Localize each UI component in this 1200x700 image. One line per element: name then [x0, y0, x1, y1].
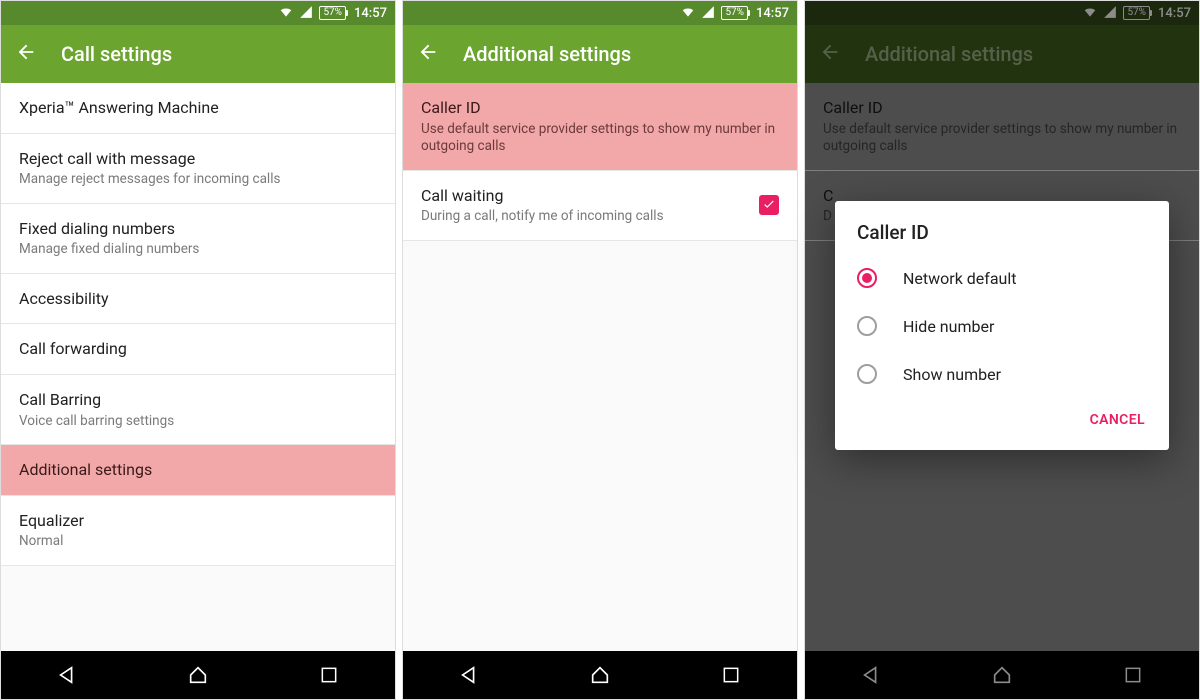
nav-back[interactable]: [27, 664, 107, 686]
row-label: Accessibility: [19, 288, 377, 310]
row-call-waiting[interactable]: Call waiting During a call, notify me of…: [403, 171, 797, 241]
nav-back[interactable]: [429, 664, 509, 686]
option-label: Hide number: [903, 317, 994, 336]
nav-recent[interactable]: [289, 665, 369, 685]
app-bar: Additional settings: [805, 25, 1199, 83]
row-label: Additional settings: [19, 459, 377, 481]
row-label: Equalizer: [19, 510, 377, 532]
battery-indicator: 57%: [1123, 6, 1150, 20]
row-label: Call forwarding: [19, 338, 377, 360]
row-fixed-dialing[interactable]: Fixed dialing numbers Manage fixed diali…: [1, 204, 395, 274]
screen-additional-settings: 57% 14:57 Additional settings Caller ID …: [402, 0, 798, 700]
row-label: Call Barring: [19, 389, 377, 411]
row-call-forwarding[interactable]: Call forwarding: [1, 324, 395, 375]
status-bar: 57% 14:57: [1, 1, 395, 25]
signal-icon: [701, 5, 715, 22]
page-title: Call settings: [61, 42, 172, 66]
row-label: Reject call with message: [19, 148, 377, 170]
app-bar: Call settings: [1, 25, 395, 83]
clock: 14:57: [1158, 6, 1191, 21]
option-label: Network default: [903, 269, 1017, 288]
row-sublabel: Manage fixed dialing numbers: [19, 241, 377, 259]
row-equalizer[interactable]: Equalizer Normal: [1, 496, 395, 566]
wifi-icon: [681, 5, 695, 22]
option-show-number[interactable]: Show number: [835, 350, 1169, 398]
wifi-icon: [1083, 5, 1097, 22]
nav-home[interactable]: [962, 664, 1042, 686]
android-nav-bar: [1, 651, 395, 699]
row-sublabel: During a call, notify me of incoming cal…: [421, 208, 747, 226]
row-additional-settings[interactable]: Additional settings: [1, 445, 395, 496]
row-reject-call[interactable]: Reject call with message Manage reject m…: [1, 134, 395, 204]
wifi-icon: [279, 5, 293, 22]
row-label: Call waiting: [421, 185, 747, 207]
status-bar: 57% 14:57: [805, 1, 1199, 25]
row-call-barring[interactable]: Call Barring Voice call barring settings: [1, 375, 395, 445]
page-title: Additional settings: [463, 42, 631, 66]
row-label: Caller ID: [421, 97, 779, 119]
radio-icon: [857, 316, 877, 336]
screen-caller-id-dialog: 57% 14:57 Additional settings Caller ID …: [804, 0, 1200, 700]
nav-home[interactable]: [158, 664, 238, 686]
nav-home[interactable]: [560, 664, 640, 686]
android-nav-bar: [403, 651, 797, 699]
radio-icon: [857, 364, 877, 384]
radio-icon: [857, 268, 877, 288]
row-label: Fixed dialing numbers: [19, 218, 377, 240]
battery-indicator: 57%: [319, 6, 346, 20]
clock: 14:57: [756, 6, 789, 21]
row-accessibility[interactable]: Accessibility: [1, 274, 395, 325]
settings-list: Caller ID Use default service provider s…: [403, 83, 797, 651]
row-sublabel: Voice call barring settings: [19, 413, 377, 431]
row-answering-machine[interactable]: Xperia™ Answering Machine: [1, 83, 395, 134]
dialog-title: Caller ID: [835, 221, 1169, 254]
app-bar: Additional settings: [403, 25, 797, 83]
row-label: Caller ID: [823, 97, 1181, 119]
row-label: Xperia™ Answering Machine: [19, 97, 377, 119]
back-icon[interactable]: [819, 41, 841, 67]
option-network-default[interactable]: Network default: [835, 254, 1169, 302]
page-title: Additional settings: [865, 42, 1033, 66]
row-sublabel: Use default service provider settings to…: [823, 121, 1181, 156]
back-icon[interactable]: [15, 41, 37, 67]
status-bar: 57% 14:57: [403, 1, 797, 25]
row-sublabel: Normal: [19, 533, 377, 551]
option-hide-number[interactable]: Hide number: [835, 302, 1169, 350]
call-waiting-checkbox[interactable]: [759, 195, 779, 215]
android-nav-bar: [805, 651, 1199, 699]
clock: 14:57: [354, 6, 387, 21]
caller-id-dialog: Caller ID Network default Hide number Sh…: [835, 201, 1169, 450]
nav-recent[interactable]: [691, 665, 771, 685]
signal-icon: [299, 5, 313, 22]
cancel-button[interactable]: CANCEL: [1078, 404, 1157, 436]
dialog-actions: CANCEL: [835, 398, 1169, 442]
option-label: Show number: [903, 365, 1001, 384]
screen-call-settings: 57% 14:57 Call settings Xperia™ Answerin…: [0, 0, 396, 700]
signal-icon: [1103, 5, 1117, 22]
row-sublabel: Manage reject messages for incoming call…: [19, 171, 377, 189]
row-caller-id: Caller ID Use default service provider s…: [805, 83, 1199, 171]
nav-back[interactable]: [831, 664, 911, 686]
row-sublabel: Use default service provider settings to…: [421, 121, 779, 156]
nav-recent[interactable]: [1093, 665, 1173, 685]
settings-list: Xperia™ Answering Machine Reject call wi…: [1, 83, 395, 651]
back-icon[interactable]: [417, 41, 439, 67]
battery-indicator: 57%: [721, 6, 748, 20]
row-caller-id[interactable]: Caller ID Use default service provider s…: [403, 83, 797, 171]
